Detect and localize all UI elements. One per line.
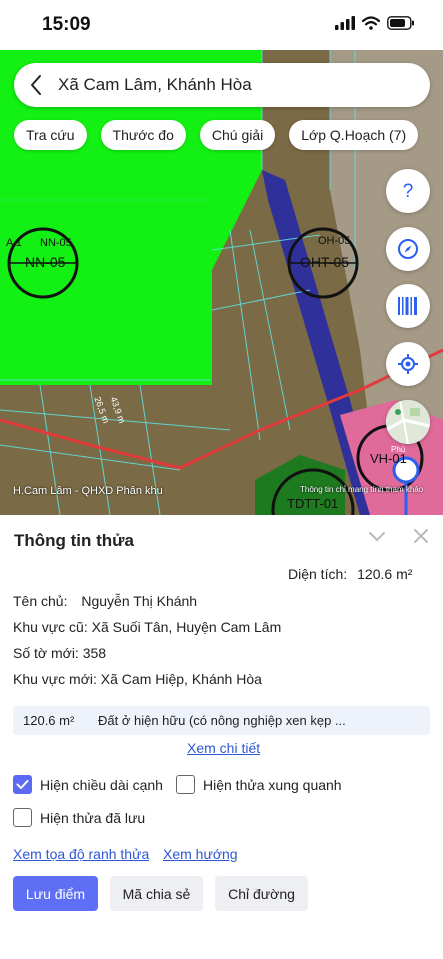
- map-label-a1: A 1: [6, 237, 22, 249]
- old-area-value: Xã Suối Tân, Huyện Cam Lâm: [91, 619, 282, 635]
- chevron-down-icon: [369, 532, 385, 542]
- share-code-button[interactable]: Mã chia sẻ: [110, 876, 203, 911]
- chip-planning-layers[interactable]: Lớp Q.Hoạch (7): [289, 120, 419, 150]
- option-edge-length[interactable]: Hiện chiều dài cạnh: [13, 775, 163, 794]
- owner-label: Tên chủ:: [13, 593, 68, 609]
- new-sheet-row: Số tờ mới: 358: [13, 645, 106, 661]
- view-coordinates-link[interactable]: Xem tọa độ ranh thửa: [13, 846, 149, 862]
- parcel-info-panel: Thông tin thửa Diện tích: 120.6 m² Tên ch…: [0, 515, 443, 959]
- new-area-row: Khu vực mới: Xã Cam Hiệp, Khánh Hòa: [13, 671, 262, 687]
- option-saved-parcels-label: Hiện thửa đã lưu: [40, 809, 146, 826]
- map-label-nn05-top: NN-05: [40, 237, 72, 249]
- question-icon: ?: [403, 181, 414, 201]
- directions-button[interactable]: Chỉ đường: [215, 876, 308, 911]
- chip-measure[interactable]: Thước đo: [100, 120, 186, 150]
- battery-icon: [387, 16, 414, 30]
- new-area-label: Khu vực mới:: [13, 671, 97, 687]
- status-bar: 15:09: [0, 0, 443, 50]
- status-icons: [335, 16, 415, 30]
- collapse-button[interactable]: [368, 527, 386, 550]
- owner-value: Nguyễn Thị Khánh: [81, 593, 198, 609]
- filter-chips: Tra cứu Thước đo Chú giải Lớp Q.Hoạch (7…: [14, 120, 419, 150]
- map-thumbnail-icon: [386, 400, 430, 444]
- old-area-row: Khu vực cũ: Xã Suối Tân, Huyện Cam Lâm: [13, 619, 281, 635]
- owner-row: Tên chủ: Nguyễn Thị Khánh: [13, 593, 197, 609]
- save-point-button[interactable]: Lưu điểm: [13, 876, 98, 911]
- search-bar[interactable]: Xã Cam Lâm, Khánh Hòa: [14, 63, 430, 107]
- map-label-tdtt01: TDTT-01: [287, 496, 339, 511]
- compass-icon: [398, 239, 418, 259]
- close-icon: [414, 529, 428, 543]
- location-title: Xã Cam Lâm, Khánh Hòa: [58, 75, 252, 94]
- svg-text:?: ?: [403, 181, 414, 201]
- new-sheet-label: Số tờ mới:: [13, 645, 79, 661]
- land-use-row[interactable]: 120.6 m² Đất ở hiện hữu (có nông nghiệp …: [13, 706, 430, 735]
- land-use-description: Đất ở hiện hữu (có nông nghiệp xen kẹp .…: [98, 713, 346, 728]
- map-label-nn05: NN-05: [25, 254, 66, 270]
- new-area-value: Xã Cam Hiệp, Khánh Hòa: [100, 671, 262, 687]
- compass-button[interactable]: [386, 227, 430, 271]
- signal-icon: [335, 16, 355, 30]
- crosshair-icon: [398, 354, 418, 374]
- view-direction-link[interactable]: Xem hướng: [163, 846, 238, 862]
- map-type-button[interactable]: [386, 400, 430, 444]
- chip-legend[interactable]: Chú giải: [199, 120, 276, 150]
- map-disclaimer: Thông tin chỉ mang tính tham khảo: [300, 485, 424, 494]
- wifi-icon: [362, 16, 380, 30]
- status-time: 15:09: [42, 14, 91, 35]
- option-saved-parcels[interactable]: Hiện thửa đã lưu: [13, 808, 145, 827]
- option-neighbors[interactable]: Hiện thửa xung quanh: [176, 775, 342, 794]
- chevron-left-icon: [31, 75, 41, 95]
- help-button[interactable]: ?: [386, 169, 430, 213]
- panel-title: Thông tin thửa: [14, 531, 134, 550]
- map-label-oh05: OH-05: [318, 235, 351, 247]
- barcode-button[interactable]: [386, 284, 430, 328]
- area-label: Diện tích:: [288, 566, 348, 582]
- map-label-oht05: OHT-05: [300, 254, 350, 270]
- land-use-area: 120.6 m²: [23, 713, 75, 728]
- area-value: 120.6 m²: [357, 566, 413, 582]
- back-button[interactable]: [14, 63, 58, 107]
- map-label-phu: Phú: [391, 445, 406, 454]
- map-source-label: H.Cam Lâm - QHXD Phân khu: [13, 485, 163, 497]
- checkbox-checked[interactable]: [13, 775, 32, 794]
- option-edge-length-label: Hiện chiều dài cạnh: [40, 776, 163, 793]
- my-location-button[interactable]: [386, 342, 430, 386]
- close-button[interactable]: [412, 527, 430, 550]
- chip-lookup[interactable]: Tra cứu: [14, 120, 87, 150]
- checkbox-unchecked[interactable]: [13, 808, 32, 827]
- barcode-icon: [398, 297, 417, 315]
- new-sheet-value: 358: [82, 645, 107, 661]
- view-detail-link[interactable]: Xem chi tiết: [187, 740, 260, 756]
- area-row: Diện tích: 120.6 m²: [288, 566, 412, 582]
- checkbox-unchecked[interactable]: [176, 775, 195, 794]
- option-neighbors-label: Hiện thửa xung quanh: [203, 776, 342, 793]
- checkmark-icon: [16, 780, 29, 789]
- old-area-label: Khu vực cũ:: [13, 619, 88, 635]
